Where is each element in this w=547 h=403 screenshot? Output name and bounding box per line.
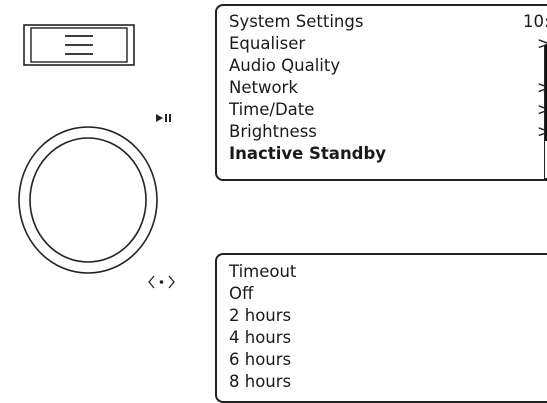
option-label: 8 hours	[229, 372, 292, 391]
option-2-hours[interactable]: 2 hours	[229, 305, 547, 327]
option-label: 4 hours	[229, 328, 292, 347]
screen-title: System Settings	[229, 12, 364, 31]
option-6-hours[interactable]: 6 hours	[229, 349, 547, 371]
screen-header: Timeout	[229, 261, 547, 283]
clock: 10:30	[523, 12, 547, 31]
option-label: 2 hours	[229, 306, 292, 325]
screen-header: System Settings 10:30	[229, 11, 547, 33]
option-label: 6 hours	[229, 350, 292, 369]
menu-item-label: Network	[229, 78, 298, 97]
system-settings-screen: System Settings 10:30 Equaliser > Audio …	[215, 4, 547, 181]
menu-item-audio-quality[interactable]: Audio Quality	[229, 55, 547, 77]
option-8-hours[interactable]: 8 hours	[229, 371, 547, 393]
menu-item-inactive-standby[interactable]: Inactive Standby	[229, 143, 547, 165]
menu-item-equaliser[interactable]: Equaliser >	[229, 33, 547, 55]
option-label: Off	[229, 284, 254, 303]
menu-button[interactable]	[23, 24, 135, 66]
menu-item-label: Inactive Standby	[229, 144, 387, 163]
menu-item-label: Audio Quality	[229, 56, 341, 75]
menu-item-network[interactable]: Network >	[229, 77, 547, 99]
menu-icon	[23, 24, 135, 66]
option-off[interactable]: Off	[229, 283, 547, 305]
menu-item-label: Brightness	[229, 122, 317, 141]
menu-item-time-date[interactable]: Time/Date >	[229, 99, 547, 121]
play-pause-icon	[156, 113, 174, 123]
select-icon	[148, 273, 175, 291]
rotary-knob[interactable]	[16, 124, 160, 276]
menu-item-label: Time/Date	[229, 100, 315, 119]
option-4-hours[interactable]: 4 hours *	[229, 327, 547, 349]
timeout-screen: Timeout Off 2 hours 4 hours * 6 hours 8 …	[215, 253, 547, 403]
menu-item-brightness[interactable]: Brightness >	[229, 121, 547, 143]
menu-item-label: Equaliser	[229, 34, 306, 53]
screen-title: Timeout	[229, 262, 297, 281]
